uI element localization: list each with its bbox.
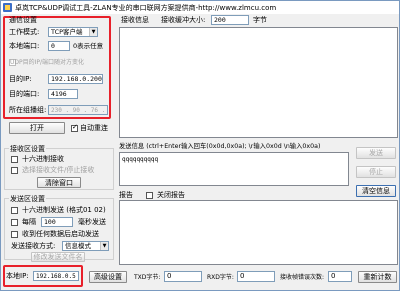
- network-settings-title: 通信设置: [9, 16, 37, 24]
- dest-ip-input[interactable]: 192.168.0.200: [48, 74, 103, 84]
- work-mode-label: 工作模式:: [9, 28, 40, 36]
- dest-port-input[interactable]: 4196: [48, 89, 78, 99]
- rx-bytes-label: RXD字节:: [207, 274, 234, 281]
- work-mode-value: TCP客户端: [51, 28, 83, 36]
- receive-data-send-label: 收到任何数据后启动发送: [22, 230, 99, 238]
- multicast-label: 所在组播组:: [9, 106, 47, 114]
- clear-window-button[interactable]: 清除窗口: [37, 177, 81, 188]
- hex-receive-checkbox[interactable]: [11, 156, 18, 163]
- recount-button[interactable]: 重新计数: [358, 271, 397, 283]
- modify-send-file-button[interactable]: 修改发送文件名: [31, 252, 85, 262]
- close-report-label: 关闭报告: [157, 191, 185, 199]
- send-info-label: 发送信息 (ctrl+Enter输入回车(0x0d,0x0a); \r输入0x0…: [119, 143, 321, 150]
- select-file-checkbox[interactable]: [11, 167, 18, 174]
- interval-label: 每隔: [22, 218, 36, 226]
- receive-data-send-checkbox[interactable]: [11, 231, 18, 238]
- send-method-label: 发送接收方式:: [11, 242, 56, 250]
- hex-send-checkbox[interactable]: [11, 207, 18, 214]
- dest-ip-label: 目的IP:: [9, 75, 32, 83]
- local-port-hint: 0表示任意: [73, 42, 104, 50]
- advanced-settings-button[interactable]: 高级设置: [89, 271, 127, 283]
- app-window: 卓岚TCP&UDP调试工具-ZLAN专业的串口联网方案提供商-http://ww…: [0, 0, 400, 291]
- send-content: qqqqqqqqqq: [122, 156, 159, 163]
- local-ip-value: 192.168.0.5: [33, 271, 79, 281]
- send-settings-title: 发送区设置: [9, 195, 46, 204]
- wrong-frame-label: 接收帧错误次数:: [280, 274, 325, 281]
- buffer-size-label: 接收缓冲大小:: [161, 16, 206, 24]
- auto-reconnect-label: 自动重连: [80, 124, 108, 132]
- open-button[interactable]: 打开: [9, 122, 65, 134]
- send-method-value: 信息模式: [65, 242, 91, 250]
- local-port-input[interactable]: 0: [48, 41, 70, 51]
- tx-bytes-label: TXD字节:: [134, 274, 161, 281]
- send-button[interactable]: 发送: [356, 147, 396, 159]
- chevron-down-icon[interactable]: ▼: [100, 242, 108, 250]
- interval-unit: 毫秒发送: [78, 218, 106, 226]
- close-report-checkbox[interactable]: [146, 192, 153, 199]
- buffer-size-input[interactable]: 200: [211, 15, 249, 25]
- send-textarea[interactable]: qqqqqqqqqq: [119, 152, 349, 186]
- multicast-input[interactable]: 230 . 90 . 76 . 1: [48, 105, 108, 115]
- auto-reconnect-checkbox[interactable]: [71, 123, 78, 132]
- interval-input[interactable]: 100: [41, 217, 73, 227]
- rx-bytes-value: 0: [237, 271, 275, 282]
- receive-settings-title: 接收区设置: [9, 145, 46, 154]
- work-mode-select[interactable]: TCP客户端 ▼: [48, 27, 98, 37]
- dest-port-label: 目的端口:: [9, 90, 40, 98]
- local-port-label: 本地端口:: [9, 42, 40, 50]
- buffer-unit: 字节: [253, 16, 267, 24]
- app-icon: [3, 3, 12, 12]
- hex-send-label: 十六进制发送 (格式01 02): [22, 206, 106, 214]
- select-file-label: 选择接收文件/停止接收: [22, 166, 95, 174]
- interval-checkbox[interactable]: [11, 219, 18, 226]
- report-textarea[interactable]: [119, 200, 398, 265]
- title-bar: 卓岚TCP&UDP调试工具-ZLAN专业的串口联网方案提供商-http://ww…: [1, 1, 399, 14]
- tx-bytes-value: 0: [164, 271, 202, 282]
- udp-follow-label: UDP目的IP/端口随对方变化: [10, 59, 85, 66]
- send-method-select[interactable]: 信息模式 ▼: [62, 241, 109, 251]
- report-label: 报告: [119, 191, 133, 199]
- local-ip-label: 本地IP:: [6, 272, 29, 280]
- hex-receive-label: 十六进制接收: [22, 155, 64, 163]
- wrong-frame-value: 0: [328, 271, 352, 282]
- receive-textarea[interactable]: [119, 27, 398, 138]
- stop-button[interactable]: 停止: [356, 166, 396, 178]
- receive-info-label: 接收信息: [121, 16, 149, 24]
- chevron-down-icon[interactable]: ▼: [89, 28, 97, 36]
- clear-info-button[interactable]: 清空信息: [356, 185, 396, 197]
- window-title: 卓岚TCP&UDP调试工具-ZLAN专业的串口联网方案提供商-http://ww…: [15, 3, 277, 12]
